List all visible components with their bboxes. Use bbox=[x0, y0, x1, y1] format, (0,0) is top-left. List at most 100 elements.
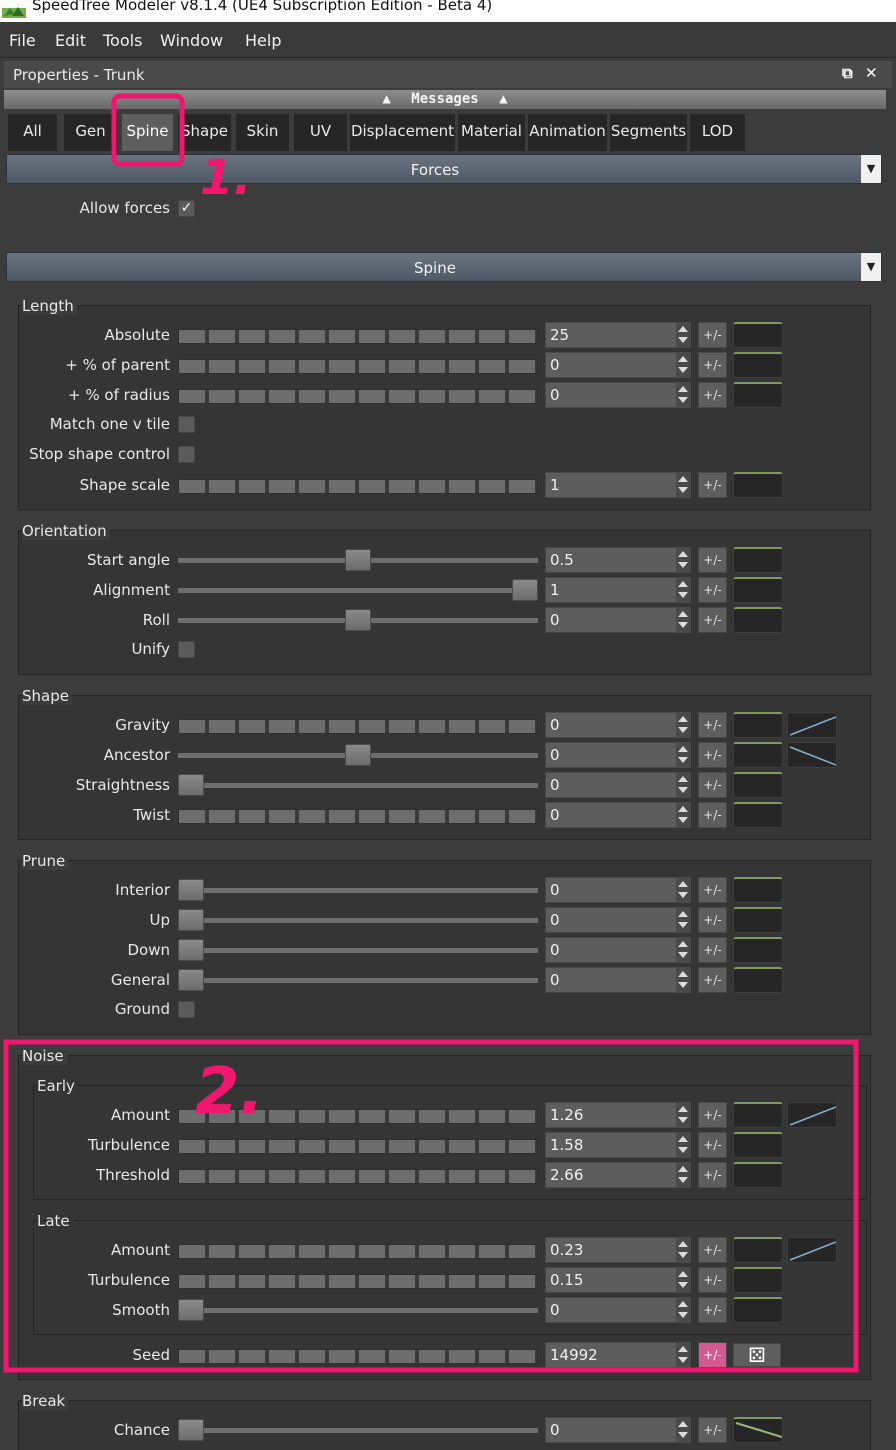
shape-scale-slider[interactable] bbox=[178, 479, 538, 494]
interior-slider-track[interactable] bbox=[178, 888, 538, 893]
spin-down-icon[interactable] bbox=[678, 892, 688, 898]
absolute-slider[interactable] bbox=[178, 329, 538, 344]
of-parent-plus-minus-button[interactable]: +/- bbox=[698, 352, 727, 378]
unify-checkbox[interactable] bbox=[178, 641, 195, 658]
spin-down-icon[interactable] bbox=[678, 817, 688, 823]
up-plus-minus-button[interactable]: +/- bbox=[698, 907, 727, 933]
of-parent-slider[interactable] bbox=[178, 359, 538, 374]
up-slider-track[interactable] bbox=[178, 918, 538, 923]
spin-up-icon[interactable] bbox=[678, 1421, 688, 1427]
of-parent-curve-editor[interactable] bbox=[733, 352, 783, 378]
spin-down-icon[interactable] bbox=[678, 1147, 688, 1153]
spin-up-icon[interactable] bbox=[678, 1136, 688, 1142]
twist-spinner[interactable] bbox=[676, 802, 690, 828]
threshold-plus-minus-button[interactable]: +/- bbox=[698, 1162, 727, 1188]
gravity-plus-minus-button[interactable]: +/- bbox=[698, 712, 727, 738]
absolute-value-field[interactable]: 25 bbox=[545, 322, 691, 348]
of-parent-spinner[interactable] bbox=[676, 352, 690, 378]
amount-curve-editor[interactable] bbox=[733, 1237, 783, 1263]
chance-plus-minus-button[interactable]: +/- bbox=[698, 1417, 727, 1443]
menu-help[interactable]: Help bbox=[245, 31, 281, 50]
gravity-curve-editor[interactable] bbox=[733, 712, 783, 738]
start-angle-value-field[interactable]: 0.5 bbox=[545, 547, 691, 573]
threshold-slider[interactable] bbox=[178, 1169, 538, 1184]
amount-spinner[interactable] bbox=[676, 1237, 690, 1263]
seed-plus-minus-button[interactable]: +/- bbox=[698, 1342, 727, 1368]
ancestor-slider-handle[interactable] bbox=[345, 744, 371, 766]
tab-gen[interactable]: Gen bbox=[64, 114, 118, 151]
smooth-value-field[interactable]: 0 bbox=[545, 1297, 691, 1323]
of-radius-slider[interactable] bbox=[178, 389, 538, 404]
absolute-curve-editor[interactable] bbox=[733, 322, 783, 348]
match-one-v-tile-checkbox[interactable] bbox=[178, 416, 195, 433]
interior-slider-handle[interactable] bbox=[178, 879, 204, 901]
roll-plus-minus-button[interactable]: +/- bbox=[698, 607, 727, 633]
alignment-plus-minus-button[interactable]: +/- bbox=[698, 577, 727, 603]
chance-slider-handle[interactable] bbox=[178, 1419, 204, 1441]
twist-curve-editor[interactable] bbox=[733, 802, 783, 828]
spin-down-icon[interactable] bbox=[678, 367, 688, 373]
spin-up-icon[interactable] bbox=[678, 581, 688, 587]
spin-down-icon[interactable] bbox=[678, 757, 688, 763]
start-angle-slider-handle[interactable] bbox=[345, 549, 371, 571]
spin-down-icon[interactable] bbox=[678, 982, 688, 988]
general-slider-handle[interactable] bbox=[178, 969, 204, 991]
spin-down-icon[interactable] bbox=[678, 787, 688, 793]
spin-down-icon[interactable] bbox=[678, 727, 688, 733]
forces-section-header[interactable]: Forces ▼ bbox=[6, 154, 882, 184]
spin-up-icon[interactable] bbox=[678, 1346, 688, 1352]
spin-down-icon[interactable] bbox=[678, 592, 688, 598]
amount-slider[interactable] bbox=[178, 1109, 538, 1124]
spin-up-icon[interactable] bbox=[678, 881, 688, 887]
general-value-field[interactable]: 0 bbox=[545, 967, 691, 993]
spin-down-icon[interactable] bbox=[678, 1357, 688, 1363]
turbulence-curve-editor[interactable] bbox=[733, 1267, 783, 1293]
stop-shape-control-checkbox[interactable] bbox=[178, 446, 195, 463]
threshold-value-field[interactable]: 2.66 bbox=[545, 1162, 691, 1188]
spin-up-icon[interactable] bbox=[678, 386, 688, 392]
spin-down-icon[interactable] bbox=[678, 337, 688, 343]
menu-tools[interactable]: Tools bbox=[103, 31, 142, 50]
of-radius-curve-editor[interactable] bbox=[733, 382, 783, 408]
turbulence-plus-minus-button[interactable]: +/- bbox=[698, 1132, 727, 1158]
alignment-value-field[interactable]: 1 bbox=[545, 577, 691, 603]
of-parent-value-field[interactable]: 0 bbox=[545, 352, 691, 378]
turbulence-slider[interactable] bbox=[178, 1139, 538, 1154]
spin-up-icon[interactable] bbox=[678, 551, 688, 557]
straightness-curve-editor[interactable] bbox=[733, 772, 783, 798]
spin-up-icon[interactable] bbox=[678, 1301, 688, 1307]
tab-segments[interactable]: Segments bbox=[610, 114, 688, 151]
alignment-slider-track[interactable] bbox=[178, 588, 538, 593]
messages-toggle-bar[interactable]: ▲ Messages ▲ bbox=[4, 90, 886, 109]
smooth-plus-minus-button[interactable]: +/- bbox=[698, 1297, 727, 1323]
amount-curve-editor-2[interactable] bbox=[787, 1102, 837, 1128]
interior-curve-editor[interactable] bbox=[733, 877, 783, 903]
spin-down-icon[interactable] bbox=[678, 622, 688, 628]
spin-up-icon[interactable] bbox=[678, 611, 688, 617]
amount-curve-editor[interactable] bbox=[733, 1102, 783, 1128]
close-icon[interactable]: ✕ bbox=[865, 64, 878, 82]
interior-spinner[interactable] bbox=[676, 877, 690, 903]
shape-scale-spinner[interactable] bbox=[676, 472, 690, 498]
turbulence-slider[interactable] bbox=[178, 1274, 538, 1289]
turbulence-plus-minus-button[interactable]: +/- bbox=[698, 1267, 727, 1293]
absolute-spinner[interactable] bbox=[676, 322, 690, 348]
spin-up-icon[interactable] bbox=[678, 1271, 688, 1277]
turbulence-value-field[interactable]: 0.15 bbox=[545, 1267, 691, 1293]
smooth-slider-handle[interactable] bbox=[178, 1299, 204, 1321]
spin-up-icon[interactable] bbox=[678, 806, 688, 812]
ancestor-plus-minus-button[interactable]: +/- bbox=[698, 742, 727, 768]
gravity-slider[interactable] bbox=[178, 719, 538, 734]
spin-down-icon[interactable] bbox=[678, 397, 688, 403]
dropdown-arrow-icon[interactable]: ▼ bbox=[861, 253, 881, 281]
ancestor-curve-editor[interactable] bbox=[733, 742, 783, 768]
spin-up-icon[interactable] bbox=[678, 776, 688, 782]
amount-value-field[interactable]: 1.26 bbox=[545, 1102, 691, 1128]
of-radius-value-field[interactable]: 0 bbox=[545, 382, 691, 408]
turbulence-curve-editor[interactable] bbox=[733, 1132, 783, 1158]
smooth-spinner[interactable] bbox=[676, 1297, 690, 1323]
start-angle-plus-minus-button[interactable]: +/- bbox=[698, 547, 727, 573]
spin-up-icon[interactable] bbox=[678, 1166, 688, 1172]
twist-plus-minus-button[interactable]: +/- bbox=[698, 802, 727, 828]
tab-material[interactable]: Material bbox=[458, 114, 526, 151]
